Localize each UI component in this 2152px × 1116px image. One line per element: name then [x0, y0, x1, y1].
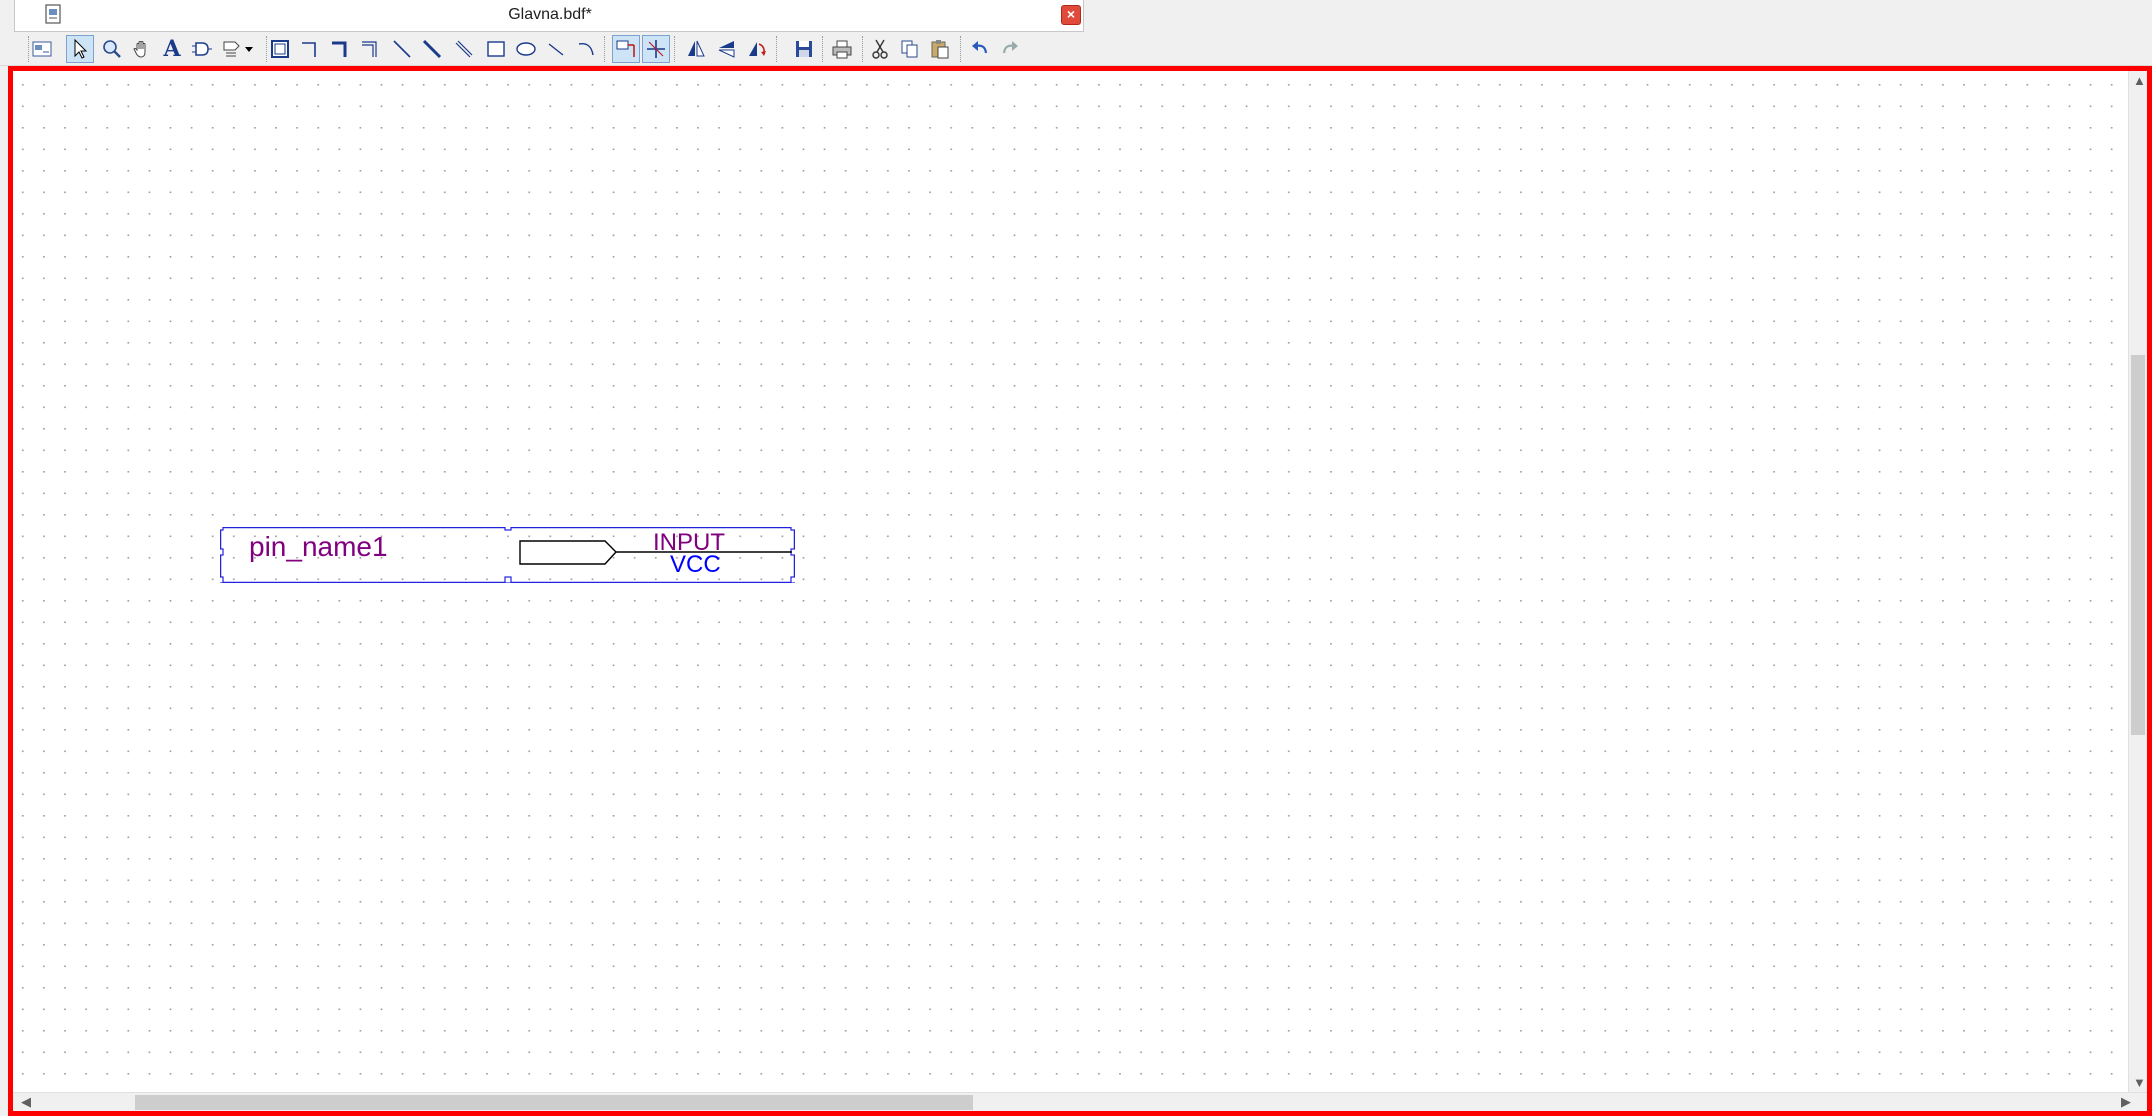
toolbar-separator [862, 36, 864, 62]
text-tool-icon[interactable]: A [158, 35, 186, 63]
horizontal-scrollbar[interactable]: ◀ ▶ [13, 1092, 2147, 1111]
pin-arrow-shape [519, 540, 617, 565]
flip-vertical-icon[interactable] [712, 35, 740, 63]
document-title: Glavna.bdf* [508, 6, 592, 23]
bus-tool-icon[interactable] [418, 35, 446, 63]
redo-icon[interactable] [996, 35, 1024, 63]
arc-tool-icon[interactable] [572, 35, 600, 63]
close-tab-button[interactable]: × [1061, 5, 1081, 25]
node-tool-icon[interactable] [388, 35, 416, 63]
undo-icon[interactable] [966, 35, 994, 63]
vertical-scrollbar[interactable]: ▲ ▼ [2128, 71, 2147, 1097]
toolbar-separator [822, 36, 824, 62]
hand-tool-icon[interactable] [128, 35, 156, 63]
rectangle-tool-icon[interactable] [482, 35, 510, 63]
line-tool-icon[interactable] [542, 35, 570, 63]
block-editor-toolbar: A [0, 32, 2152, 66]
orthogonal-conduit-icon[interactable] [356, 35, 384, 63]
toolbar-separator [604, 36, 606, 62]
toolbar-separator [776, 36, 778, 62]
block-tool-icon[interactable] [266, 35, 294, 63]
pin-tool-icon[interactable] [220, 35, 260, 63]
rubberbanding-icon[interactable] [612, 35, 640, 63]
toolbar-separator [674, 36, 676, 62]
grid-dots [13, 71, 2135, 1095]
paste-icon[interactable] [926, 35, 954, 63]
pin-name-label[interactable]: pin_name1 [249, 531, 388, 563]
pin-default-value-label: VCC [670, 551, 721, 578]
document-tab[interactable]: Glavna.bdf* × [14, 0, 1084, 32]
toolbar-separator [960, 36, 962, 62]
title-bar: Glavna.bdf* × [0, 0, 2152, 32]
symbol-tool-icon[interactable] [188, 35, 216, 63]
orthogonal-node-icon[interactable] [296, 35, 324, 63]
oval-tool-icon[interactable] [512, 35, 540, 63]
flip-horizontal-icon[interactable] [682, 35, 710, 63]
cut-icon[interactable] [866, 35, 894, 63]
rotate-icon[interactable] [742, 35, 770, 63]
conduit-tool-icon[interactable] [450, 35, 478, 63]
scroll-left-icon[interactable]: ◀ [21, 1094, 31, 1110]
scroll-down-icon[interactable]: ▼ [2133, 1075, 2146, 1091]
orthogonal-bus-icon[interactable] [326, 35, 354, 63]
schematic-canvas[interactable]: pin_name1 INPUT VCC ▲ ▼ ◀ ▶ [8, 66, 2152, 1116]
horizontal-scroll-thumb[interactable] [135, 1095, 973, 1110]
partial-line-selection-icon[interactable] [642, 35, 670, 63]
zoom-tool-icon[interactable] [98, 35, 126, 63]
scroll-right-icon[interactable]: ▶ [2121, 1094, 2131, 1110]
save-icon[interactable] [790, 35, 818, 63]
vertical-scroll-thumb[interactable] [2131, 355, 2145, 735]
print-icon[interactable] [828, 35, 856, 63]
selection-tool-icon[interactable] [66, 35, 94, 63]
copy-icon[interactable] [896, 35, 924, 63]
block-properties-icon[interactable] [28, 35, 56, 63]
scroll-up-icon[interactable]: ▲ [2133, 73, 2146, 89]
